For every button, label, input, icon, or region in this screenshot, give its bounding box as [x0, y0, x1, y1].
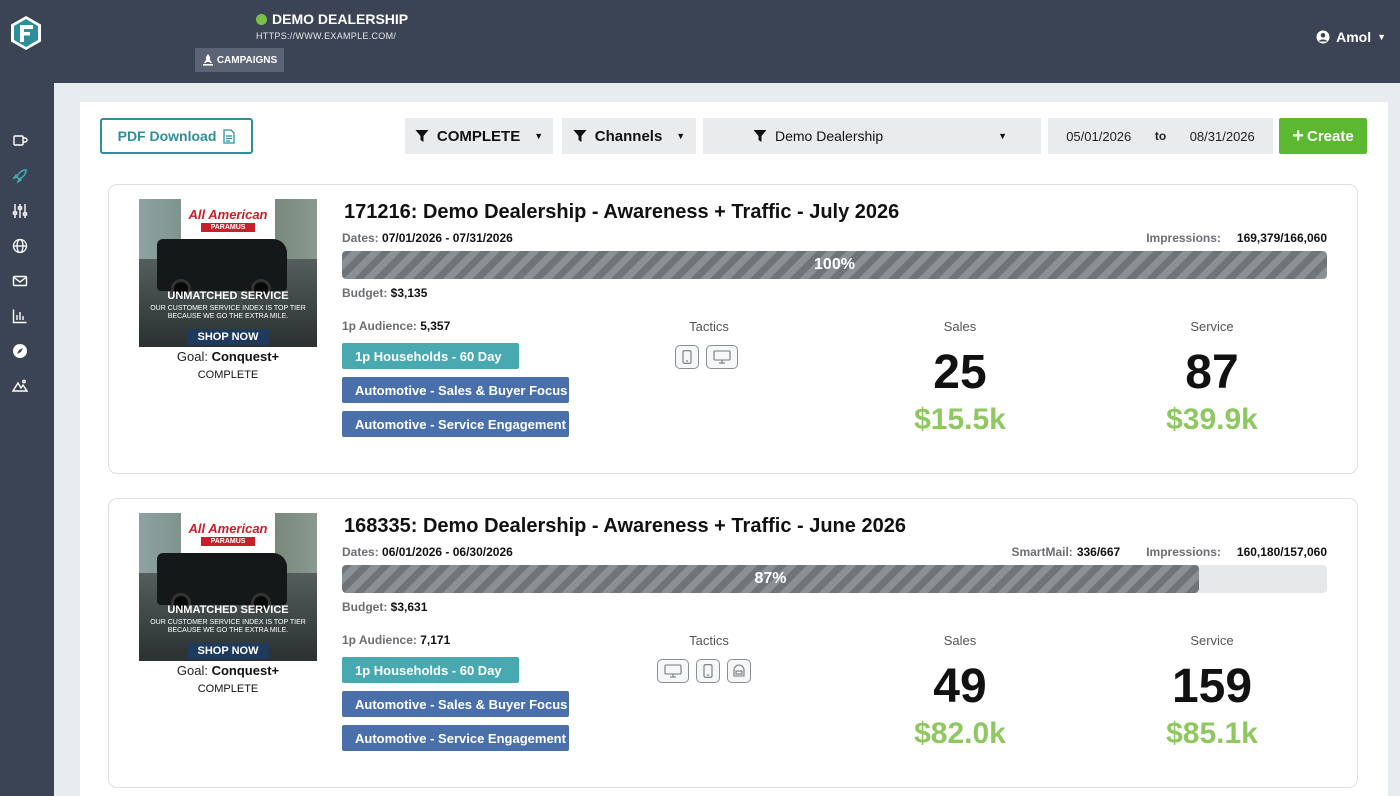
service-header: Service	[1190, 633, 1234, 648]
filter-icon	[573, 130, 587, 142]
date-range-separator: to	[1154, 129, 1167, 143]
chevron-down-icon: ▼	[676, 131, 686, 141]
channels-filter-dropdown[interactable]: Channels ▼	[562, 118, 696, 154]
campaign-audience: 1p Audience: 7,171	[342, 633, 451, 647]
campaign-creative-image: All American PARAMUS UNMATCHED SERVICE O…	[139, 513, 317, 661]
campaign-goal: Goal: Conquest+	[176, 349, 280, 364]
campaign-card[interactable]: All American PARAMUS UNMATCHED SERVICE O…	[108, 184, 1358, 474]
audience-pill[interactable]: Automotive - Service Engagement	[342, 411, 569, 437]
audience-pill[interactable]: Automotive - Sales & Buyer Focus	[342, 377, 569, 403]
campaign-metrics: SmartMail: 336/667 Impressions: 160,180/…	[1011, 545, 1327, 559]
date-range-picker: 05/01/2026 to 08/31/2026	[1048, 118, 1273, 154]
service-count: 159	[1171, 660, 1253, 713]
file-icon	[223, 128, 236, 144]
tactics-header: Tactics	[689, 319, 729, 334]
campaigns-button[interactable]: CAMPAIGNS	[195, 48, 284, 72]
service-value: $85.1k	[1166, 717, 1258, 750]
impressions-metric: Impressions: 160,180/157,060	[1146, 545, 1327, 559]
create-button[interactable]: + Create	[1279, 118, 1367, 154]
date-from-input[interactable]: 05/01/2026	[1048, 129, 1150, 144]
globe-icon[interactable]	[11, 237, 29, 255]
sales-header: Sales	[943, 319, 977, 334]
campaign-progress-bar: 100%	[342, 251, 1327, 279]
campaign-goal: Goal: Conquest+	[176, 663, 280, 678]
chevron-down-icon: ▼	[998, 131, 1007, 141]
filter-icon	[753, 130, 767, 142]
campaign-progress-bar: 87%	[342, 565, 1327, 593]
tactics-header: Tactics	[689, 633, 729, 648]
main-panel: PDF Download COMPLETE ▼ Channels ▼ Demo …	[80, 102, 1388, 796]
envelope-icon[interactable]	[11, 272, 29, 290]
date-to-input[interactable]: 08/31/2026	[1172, 129, 1274, 144]
sales-value: $15.5k	[914, 403, 1006, 436]
rocket-icon	[202, 54, 213, 66]
progress-fill: 87%	[342, 565, 1199, 593]
user-menu[interactable]: Amol ▼	[1316, 29, 1386, 45]
status-dot-icon	[256, 13, 267, 25]
dealer-name: DEMO DEALERSHIP	[256, 11, 408, 27]
chevron-down-icon: ▼	[534, 131, 544, 141]
campaign-audience: 1p Audience: 5,357	[342, 319, 451, 333]
dealer-url: HTTPS://WWW.EXAMPLE.COM/	[256, 31, 397, 41]
bar-chart-icon[interactable]	[11, 307, 29, 325]
tactics-list	[675, 345, 738, 369]
mountain-icon[interactable]	[11, 377, 29, 395]
mobile-icon[interactable]	[675, 345, 699, 369]
desktop-icon[interactable]	[657, 659, 689, 683]
campaign-dates: Dates: 06/01/2026 - 06/30/2026	[342, 545, 513, 559]
sales-header: Sales	[943, 633, 977, 648]
sidebar	[0, 83, 54, 796]
rocket-icon[interactable]	[11, 167, 29, 185]
chevron-down-icon: ▼	[1377, 32, 1386, 42]
sales-count: 25	[933, 346, 987, 399]
campaign-status: COMPLETE	[197, 369, 259, 381]
progress-fill: 100%	[342, 251, 1327, 279]
service-header: Service	[1190, 319, 1234, 334]
app-logo-icon[interactable]	[10, 15, 42, 51]
audience-pill[interactable]: Automotive - Service Engagement	[342, 725, 569, 751]
service-value: $39.9k	[1166, 403, 1258, 436]
campaign-status: COMPLETE	[197, 683, 259, 695]
user-avatar-icon	[1316, 30, 1330, 44]
pdf-download-button[interactable]: PDF Download	[100, 118, 253, 154]
sliders-icon[interactable]	[11, 202, 29, 220]
campaign-budget: Budget: $3,135	[342, 286, 428, 300]
dealer-filter-dropdown[interactable]: Demo Dealership ▼	[703, 118, 1041, 154]
smartmail-metric: SmartMail: 336/667	[1011, 545, 1121, 559]
desktop-icon[interactable]	[706, 345, 738, 369]
user-name: Amol	[1336, 29, 1372, 45]
sales-value: $82.0k	[914, 717, 1006, 750]
sales-count: 49	[933, 660, 987, 713]
filter-icon	[415, 130, 429, 142]
mailbox-icon[interactable]	[727, 659, 751, 683]
tactics-list	[657, 659, 751, 683]
campaign-creative-image: All American PARAMUS UNMATCHED SERVICE O…	[139, 199, 317, 347]
status-filter-dropdown[interactable]: COMPLETE ▼	[405, 118, 553, 154]
service-count: 87	[1185, 346, 1239, 399]
campaign-card[interactable]: All American PARAMUS UNMATCHED SERVICE O…	[108, 498, 1358, 788]
impressions-metric: Impressions: 169,379/166,060	[1146, 231, 1327, 245]
compass-icon[interactable]	[11, 342, 29, 360]
plus-icon: +	[1292, 125, 1304, 147]
campaign-budget: Budget: $3,631	[342, 600, 428, 614]
dealer-logo: All American PARAMUS	[181, 199, 275, 241]
audience-pill[interactable]: 1p Households - 60 Day	[342, 343, 519, 369]
campaign-metrics: Impressions: 169,379/166,060	[1146, 231, 1327, 245]
mobile-icon[interactable]	[696, 659, 720, 683]
campaign-title[interactable]: 168335: Demo Dealership - Awareness + Tr…	[344, 515, 906, 538]
campaign-dates: Dates: 07/01/2026 - 07/31/2026	[342, 231, 513, 245]
top-bar: DEMO DEALERSHIP HTTPS://WWW.EXAMPLE.COM/…	[0, 0, 1400, 83]
campaign-title[interactable]: 171216: Demo Dealership - Awareness + Tr…	[344, 201, 899, 224]
mug-icon[interactable]	[11, 131, 29, 149]
dealer-logo: All American PARAMUS	[181, 513, 275, 555]
audience-pill[interactable]: Automotive - Sales & Buyer Focus	[342, 691, 569, 717]
audience-pill[interactable]: 1p Households - 60 Day	[342, 657, 519, 683]
